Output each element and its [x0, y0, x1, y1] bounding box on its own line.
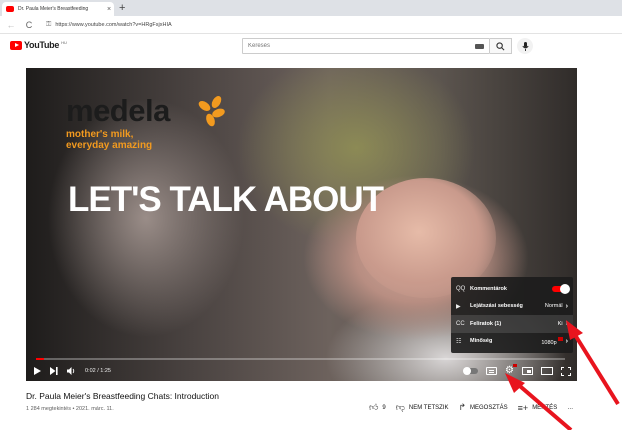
microphone-icon [521, 41, 529, 51]
youtube-play-icon [10, 40, 22, 50]
youtube-favicon-icon [6, 6, 14, 12]
volume-button[interactable] [67, 367, 76, 375]
video-headline: LET'S TALK ABOUT [68, 180, 384, 219]
video-meta: 1 284 megtekintés • 2021. márc. 11. [26, 406, 114, 412]
menu-item-label: Feliratok (1) [470, 320, 502, 327]
voice-search-button[interactable] [517, 38, 533, 54]
dislike-button[interactable]: 👎︎ NEM TETSZIK [396, 402, 449, 413]
next-icon [50, 367, 58, 375]
miniplayer-button[interactable] [522, 367, 533, 375]
menu-item-subtitles[interactable]: CC Feliratok (1) Ki › [451, 315, 573, 333]
share-label: MEGOSZTÁS [470, 404, 508, 411]
tab-title: Dr. Paula Meier's Breastfeeding [18, 6, 89, 12]
play-icon [34, 367, 41, 375]
keyboard-icon[interactable] [475, 43, 484, 49]
save-label: MENTÉS [532, 404, 558, 411]
comments-toggle[interactable] [552, 283, 570, 294]
menu-item-label: Kommentárok [470, 285, 507, 292]
hd-badge-icon [557, 336, 563, 341]
thumbs-down-icon: 👎︎ [395, 402, 405, 412]
youtube-logo[interactable]: YouTube HU [10, 40, 67, 50]
browser-toolbar: ← C ⚿ https://www.youtube.com/watch?v=HR… [0, 16, 622, 34]
settings-button[interactable]: ⚙ [505, 364, 517, 376]
dislike-label: NEM TETSZIK [408, 404, 449, 411]
menu-item-value: Ki [557, 320, 563, 327]
like-count: 9 [382, 404, 386, 411]
hd-badge-icon [513, 364, 517, 367]
address-bar[interactable]: https://www.youtube.com/watch?v=HRgFsjxH… [55, 22, 171, 28]
brand-name: medela [66, 93, 170, 128]
progress-bar[interactable] [36, 358, 565, 360]
menu-item-value: Normál [544, 303, 563, 310]
browser-tabstrip: Dr. Paula Meier's Breastfeeding × + [0, 0, 622, 16]
play-button[interactable] [34, 367, 41, 375]
like-button[interactable]: 👍︎ 9 [369, 402, 386, 413]
comments-icon: QQ [456, 285, 466, 292]
search-button[interactable] [490, 38, 512, 54]
subtitles-button[interactable] [486, 367, 498, 375]
video-actions: 👍︎ 9 👎︎ NEM TETSZIK ↱ MEGOSZTÁS ≡+ MENTÉ… [369, 402, 583, 413]
share-icon: ↱ [458, 402, 466, 412]
medela-logo: medela mother's milk, everyday amazing [66, 93, 170, 151]
search-icon [496, 41, 505, 50]
thumbs-up-icon: 👍︎ [369, 402, 379, 412]
menu-item-label: Lejátszási sebesség [470, 303, 523, 310]
share-button[interactable]: ↱ MEGOSZTÁS [458, 402, 507, 413]
search-input[interactable] [248, 43, 468, 49]
menu-item-quality[interactable]: ☷ Minőség 1080p › [451, 333, 573, 351]
tab-close-icon[interactable]: × [104, 6, 114, 13]
reload-icon[interactable]: C [22, 20, 36, 30]
more-icon: … [567, 404, 574, 411]
menu-item-value: 1080p [541, 336, 563, 346]
autoplay-toggle[interactable] [463, 367, 479, 375]
playback-speed-icon: ▶ [456, 303, 461, 310]
volume-icon [67, 367, 75, 375]
browser-tab[interactable]: Dr. Paula Meier's Breastfeeding × [2, 2, 114, 16]
settings-menu: QQ Kommentárok ▶ Lejátszási sebesség Nor… [451, 277, 573, 353]
brand-tagline-2: everyday amazing [66, 140, 153, 151]
brand-tagline-1: mother's milk, [66, 129, 134, 140]
quality-value: 1080p [541, 339, 557, 346]
search-box [242, 38, 490, 54]
youtube-header: YouTube HU [0, 34, 622, 58]
save-button[interactable]: ≡+ MENTÉS [518, 403, 558, 413]
quality-icon: ☷ [456, 338, 462, 345]
menu-item-playback-speed[interactable]: ▶ Lejátszási sebesség Normál › [451, 298, 573, 316]
chevron-right-icon: › [565, 337, 568, 345]
region-label: HU [61, 39, 67, 45]
back-icon[interactable]: ← [4, 20, 18, 30]
chevron-right-icon: › [565, 320, 568, 328]
more-button[interactable]: … [567, 405, 573, 411]
medela-flower-icon [196, 94, 226, 130]
menu-item-comments[interactable]: QQ Kommentárok [451, 280, 573, 298]
fullscreen-button[interactable] [561, 366, 571, 376]
theater-mode-button[interactable] [541, 367, 553, 375]
player-controls: 0:02 / 1:25 ⚙ [26, 362, 577, 380]
new-tab-button[interactable]: + [119, 1, 125, 15]
menu-item-label: Minőség [470, 338, 493, 345]
subtitles-icon: CC [456, 320, 465, 327]
chevron-right-icon: › [565, 302, 568, 310]
lock-icon[interactable]: ⚿ [46, 21, 51, 29]
progress-fill [36, 358, 45, 360]
next-button[interactable] [50, 367, 58, 375]
video-title: Dr. Paula Meier's Breastfeeding Chats: I… [26, 391, 219, 401]
add-to-playlist-icon: ≡+ [517, 402, 529, 413]
logo-text: YouTube [24, 40, 60, 50]
controls-right: ⚙ [463, 362, 571, 380]
time-display: 0:02 / 1:25 [85, 368, 111, 374]
